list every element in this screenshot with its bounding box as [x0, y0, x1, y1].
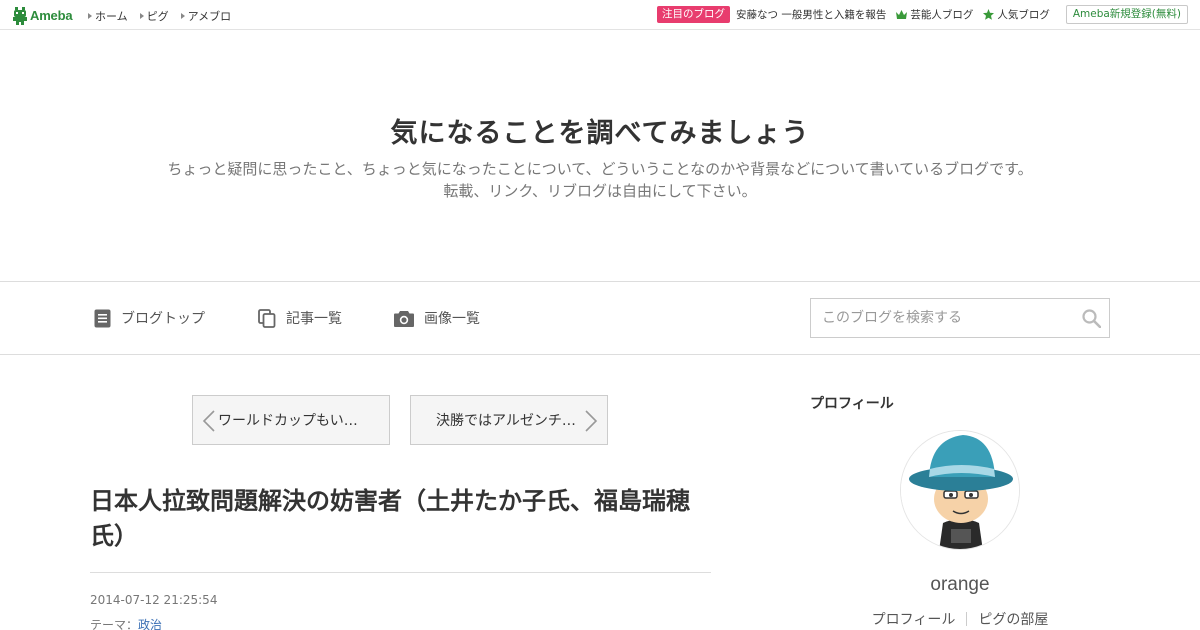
- signup-button[interactable]: Ameba新規登録(無料): [1065, 5, 1188, 24]
- nav-pigg-link[interactable]: ピグ: [139, 8, 169, 24]
- avatar-image: [901, 431, 1019, 549]
- blog-search-input[interactable]: [811, 299, 1061, 337]
- global-header: Ameba ホーム ピグ アメブロ 注目のブログ 安藤なつ 一般男性と入籍を報告…: [0, 0, 1200, 30]
- link-separator: [966, 612, 968, 626]
- featured-badge: 注目のブログ: [656, 6, 730, 23]
- blog-description: ちょっと疑問に思ったこと、ちょっと気になったことについて、どういうことなのかや背…: [0, 158, 1200, 202]
- entry-divider: [90, 572, 711, 573]
- featured-blog-link[interactable]: 安藤なつ 一般男性と入籍を報告: [736, 7, 886, 22]
- pig-room-link[interactable]: ピグの部屋: [978, 609, 1048, 629]
- logo-text: Ameba: [30, 8, 73, 23]
- entry-list-link[interactable]: 記事一覧: [258, 308, 342, 328]
- chevron-right-icon: [585, 410, 598, 432]
- crown-icon: [896, 10, 908, 19]
- celebrity-blog-link[interactable]: 芸能人ブログ: [896, 7, 973, 22]
- next-entry-label: 決勝ではアルゼンチ…: [436, 413, 576, 429]
- blog-menu-bar: ブログトップ 記事一覧 画像一覧: [0, 281, 1200, 355]
- entry-theme-label: テーマ：: [90, 618, 139, 630]
- celebrity-blog-label: 芸能人ブログ: [910, 9, 974, 21]
- ameba-logo-icon: [13, 6, 27, 25]
- profile-name[interactable]: orange: [810, 574, 1110, 596]
- entry-date: 2014-07-12 21:25:54: [90, 593, 218, 607]
- search-icon: [1082, 309, 1102, 329]
- star-icon: [983, 9, 995, 20]
- profile-links: プロフィール ピグの部屋: [810, 609, 1110, 629]
- blog-search-box: [810, 298, 1110, 338]
- nav-ameblo-link[interactable]: アメブロ: [180, 8, 232, 24]
- nav-home-label: ホーム: [95, 10, 128, 23]
- triangle-right-icon: [180, 13, 185, 19]
- next-entry-button[interactable]: 決勝ではアルゼンチ…: [410, 395, 608, 445]
- profile-link[interactable]: プロフィール: [872, 609, 956, 629]
- blog-description-line2: 転載、リンク、リブログは自由にして下さい。: [443, 182, 757, 200]
- blog-description-line1: ちょっと疑問に思ったこと、ちょっと気になったことについて、どういうことなのかや背…: [167, 160, 1033, 178]
- nav-home-link[interactable]: ホーム: [88, 8, 128, 24]
- ameba-logo[interactable]: Ameba: [13, 6, 73, 25]
- blog-header: 気になることを調べてみましょう ちょっと疑問に思ったこと、ちょっと気になったこと…: [0, 31, 1200, 281]
- entry-list-label: 記事一覧: [286, 311, 342, 327]
- popular-blog-link[interactable]: 人気ブログ: [983, 7, 1050, 22]
- previous-entry-button[interactable]: ワールドカップもい…: [192, 395, 390, 445]
- profile-heading: プロフィール: [810, 396, 894, 412]
- global-nav: ホーム ピグ アメブロ: [88, 8, 231, 24]
- image-list-link[interactable]: 画像一覧: [394, 308, 480, 328]
- blog-top-link[interactable]: ブログトップ: [94, 308, 205, 328]
- previous-entry-label: ワールドカップもい…: [218, 413, 358, 429]
- chevron-left-icon: [202, 410, 215, 432]
- image-list-label: 画像一覧: [424, 311, 480, 327]
- entry-title[interactable]: 日本人拉致問題解決の妨害者（土井たか子氏、福島瑞穂氏）: [90, 484, 710, 554]
- blog-top-label: ブログトップ: [121, 311, 205, 327]
- blog-title[interactable]: 気になることを調べてみましょう: [0, 111, 1200, 150]
- entry-theme-link[interactable]: 政治: [138, 618, 162, 630]
- entry-theme: テーマ：政治: [90, 616, 162, 630]
- copy-icon: [258, 308, 276, 328]
- nav-ameblo-label: アメブロ: [187, 10, 232, 23]
- triangle-right-icon: [88, 13, 92, 19]
- camera-icon: [394, 310, 414, 327]
- document-icon: [94, 309, 111, 327]
- header-right: 注目のブログ 安藤なつ 一般男性と入籍を報告 芸能人ブログ 人気ブログ Ameb…: [656, 5, 1188, 24]
- avatar[interactable]: [900, 430, 1020, 550]
- search-button[interactable]: [1082, 309, 1102, 332]
- nav-pigg-label: ピグ: [146, 10, 169, 23]
- triangle-right-icon: [139, 13, 144, 19]
- popular-blog-label: 人気ブログ: [997, 9, 1050, 21]
